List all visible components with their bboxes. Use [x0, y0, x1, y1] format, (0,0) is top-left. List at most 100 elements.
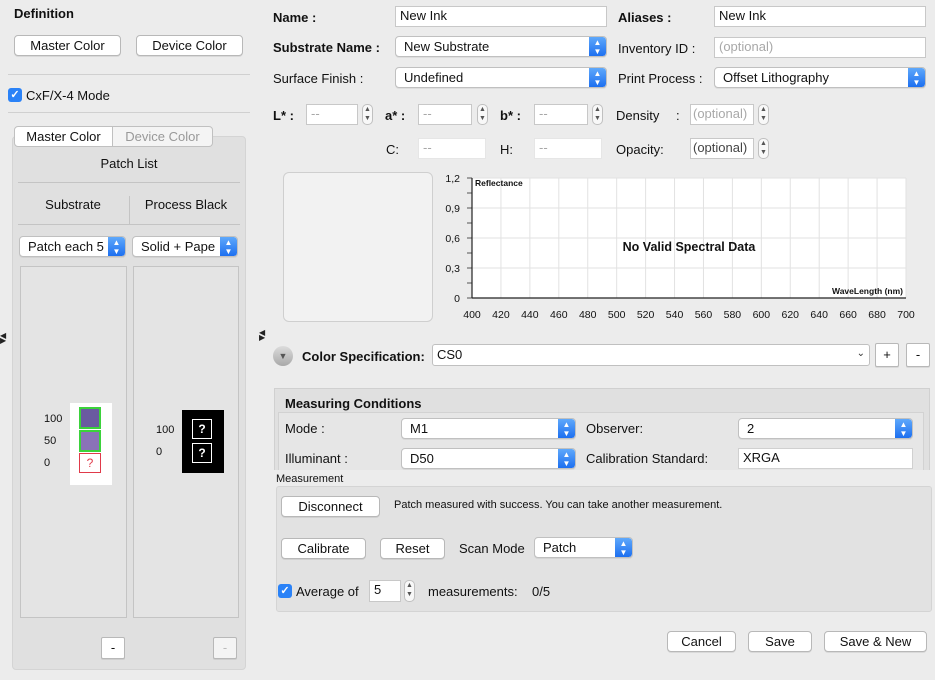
- x-tick-label: 500: [608, 309, 626, 321]
- splitter-handle-icon[interactable]: ◀ ▶: [259, 329, 265, 342]
- level-label: 100: [156, 424, 175, 436]
- device-color-button[interactable]: Device Color: [136, 35, 243, 56]
- scan-mode-dropdown[interactable]: Patch ▲ ▼: [534, 537, 633, 558]
- tab-device-color[interactable]: Device Color: [113, 126, 213, 147]
- name-field[interactable]: New Ink: [395, 6, 607, 27]
- density-colon: :: [676, 108, 680, 123]
- a-star-stepper[interactable]: ▲ ▼: [477, 104, 488, 125]
- l-star-stepper[interactable]: ▲ ▼: [362, 104, 373, 125]
- y-tick-label: 0,9: [445, 203, 460, 215]
- remove-black-patch-button[interactable]: -: [213, 637, 237, 659]
- disconnect-button[interactable]: Disconnect: [281, 496, 380, 517]
- patch-swatch-100[interactable]: [79, 407, 101, 429]
- add-color-spec-button[interactable]: +: [875, 343, 899, 367]
- x-tick-label: 680: [868, 309, 886, 321]
- color-specification-combobox[interactable]: CS0 ⌄: [432, 344, 870, 366]
- aliases-field[interactable]: New Ink: [714, 6, 926, 27]
- save-and-new-button[interactable]: Save & New: [824, 631, 927, 652]
- unknown-patch-icon[interactable]: ?: [192, 419, 212, 439]
- chevron-updown-icon: ▲ ▼: [220, 237, 237, 256]
- x-tick-label: 520: [637, 309, 655, 321]
- average-count-field[interactable]: 5: [369, 580, 401, 602]
- substrate-name-label: Substrate Name :: [273, 40, 380, 55]
- surface-finish-dropdown[interactable]: Undefined ▲ ▼: [395, 67, 607, 88]
- b-star-label: b* :: [500, 108, 521, 123]
- master-color-button[interactable]: Master Color: [14, 35, 121, 56]
- splitter-handle-icon[interactable]: ◀ ▶: [0, 332, 6, 345]
- remove-substrate-patch-button[interactable]: -: [101, 637, 125, 659]
- x-axis-label: WaveLength (nm): [832, 286, 903, 296]
- measurement-status-text: Patch measured with success. You can tak…: [394, 499, 723, 511]
- y-tick-label: 1,2: [445, 173, 460, 185]
- chevron-updown-icon: ▲ ▼: [589, 68, 606, 87]
- h-label: H:: [500, 142, 513, 157]
- b-star-stepper[interactable]: ▲ ▼: [592, 104, 603, 125]
- c-label: C:: [386, 142, 399, 157]
- measurements-count: 0/5: [532, 584, 551, 599]
- definition-title: Definition: [14, 6, 74, 21]
- y-tick-label: 0,3: [445, 263, 460, 275]
- cxf-mode-checkbox[interactable]: ✓: [8, 88, 22, 102]
- scan-mode-label: Scan Mode: [459, 541, 525, 556]
- tab-master-color[interactable]: Master Color: [14, 126, 113, 147]
- chevron-updown-icon: ▲ ▼: [908, 68, 925, 87]
- mode-dropdown[interactable]: M1 ▲ ▼: [401, 418, 576, 439]
- x-tick-label: 540: [666, 309, 684, 321]
- opacity-stepper[interactable]: ▲ ▼: [758, 138, 769, 159]
- average-count-stepper[interactable]: ▲ ▼: [404, 580, 415, 602]
- remove-color-spec-button[interactable]: -: [906, 343, 930, 367]
- density-stepper[interactable]: ▲ ▼: [758, 104, 769, 125]
- calibrate-button[interactable]: Calibrate: [281, 538, 366, 559]
- save-button[interactable]: Save: [748, 631, 812, 652]
- chevron-updown-icon: ▲ ▼: [108, 237, 125, 256]
- process-black-patch-dropdown[interactable]: Solid + Pape ▲ ▼: [132, 236, 238, 257]
- observer-label: Observer:: [586, 421, 644, 436]
- surface-finish-label: Surface Finish :: [273, 71, 364, 86]
- average-checkbox[interactable]: ✓: [278, 584, 292, 598]
- illuminant-label: Illuminant :: [285, 451, 348, 466]
- observer-dropdown[interactable]: 2 ▲ ▼: [738, 418, 913, 439]
- x-tick-label: 580: [724, 309, 742, 321]
- inventory-id-label: Inventory ID :: [618, 41, 696, 56]
- y-tick-label: 0,6: [445, 233, 460, 245]
- reflectance-chart: 400 420 440 460 480 500 520 540 560 580 600 620 640 6…: [436, 170, 926, 330]
- color-preview-swatch: [283, 172, 433, 322]
- y-tick-label: 0: [454, 293, 460, 305]
- opacity-label: Opacity:: [616, 142, 664, 157]
- print-process-dropdown[interactable]: Offset Lithography ▲ ▼: [714, 67, 926, 88]
- chevron-updown-icon: ▲ ▼: [558, 449, 575, 468]
- cxf-mode-label: CxF/X-4 Mode: [26, 88, 110, 103]
- print-process-label: Print Process :: [618, 71, 703, 86]
- average-label: Average of: [296, 584, 359, 599]
- x-tick-label: 560: [695, 309, 713, 321]
- no-data-message: No Valid Spectral Data: [623, 240, 757, 254]
- x-tick-label: 620: [782, 309, 800, 321]
- density-field[interactable]: (optional): [690, 104, 754, 125]
- cancel-button[interactable]: Cancel: [667, 631, 736, 652]
- inventory-id-field[interactable]: (optional): [714, 37, 926, 58]
- chevron-updown-icon: ▲ ▼: [895, 419, 912, 438]
- calibration-standard-label: Calibration Standard:: [586, 451, 709, 466]
- b-star-field[interactable]: --: [534, 104, 588, 125]
- x-tick-label: 660: [839, 309, 857, 321]
- patch-list-title: Patch List: [100, 156, 158, 171]
- reset-button[interactable]: Reset: [380, 538, 445, 559]
- substrate-patch-dropdown[interactable]: Patch each 5 ▲ ▼: [19, 236, 126, 257]
- level-label: 50: [44, 435, 57, 447]
- illuminant-dropdown[interactable]: D50 ▲ ▼: [401, 448, 576, 469]
- mode-label: Mode :: [285, 421, 325, 436]
- a-star-field[interactable]: --: [418, 104, 472, 125]
- l-star-field[interactable]: --: [306, 104, 358, 125]
- x-tick-label: 400: [463, 309, 481, 321]
- x-tick-label: 480: [579, 309, 597, 321]
- patch-swatch-50[interactable]: [79, 430, 101, 452]
- a-star-label: a* :: [385, 108, 406, 123]
- calibration-standard-value: XRGA: [738, 448, 913, 469]
- collapse-disclosure-icon[interactable]: ▼: [273, 346, 293, 366]
- unknown-patch-icon[interactable]: ?: [192, 443, 212, 463]
- unknown-patch-icon[interactable]: ?: [79, 453, 101, 473]
- substrate-name-dropdown[interactable]: New Substrate ▲ ▼: [395, 36, 607, 57]
- opacity-field[interactable]: (optional): [690, 138, 754, 159]
- x-tick-label: 460: [550, 309, 568, 321]
- color-specification-label: Color Specification:: [302, 349, 425, 364]
